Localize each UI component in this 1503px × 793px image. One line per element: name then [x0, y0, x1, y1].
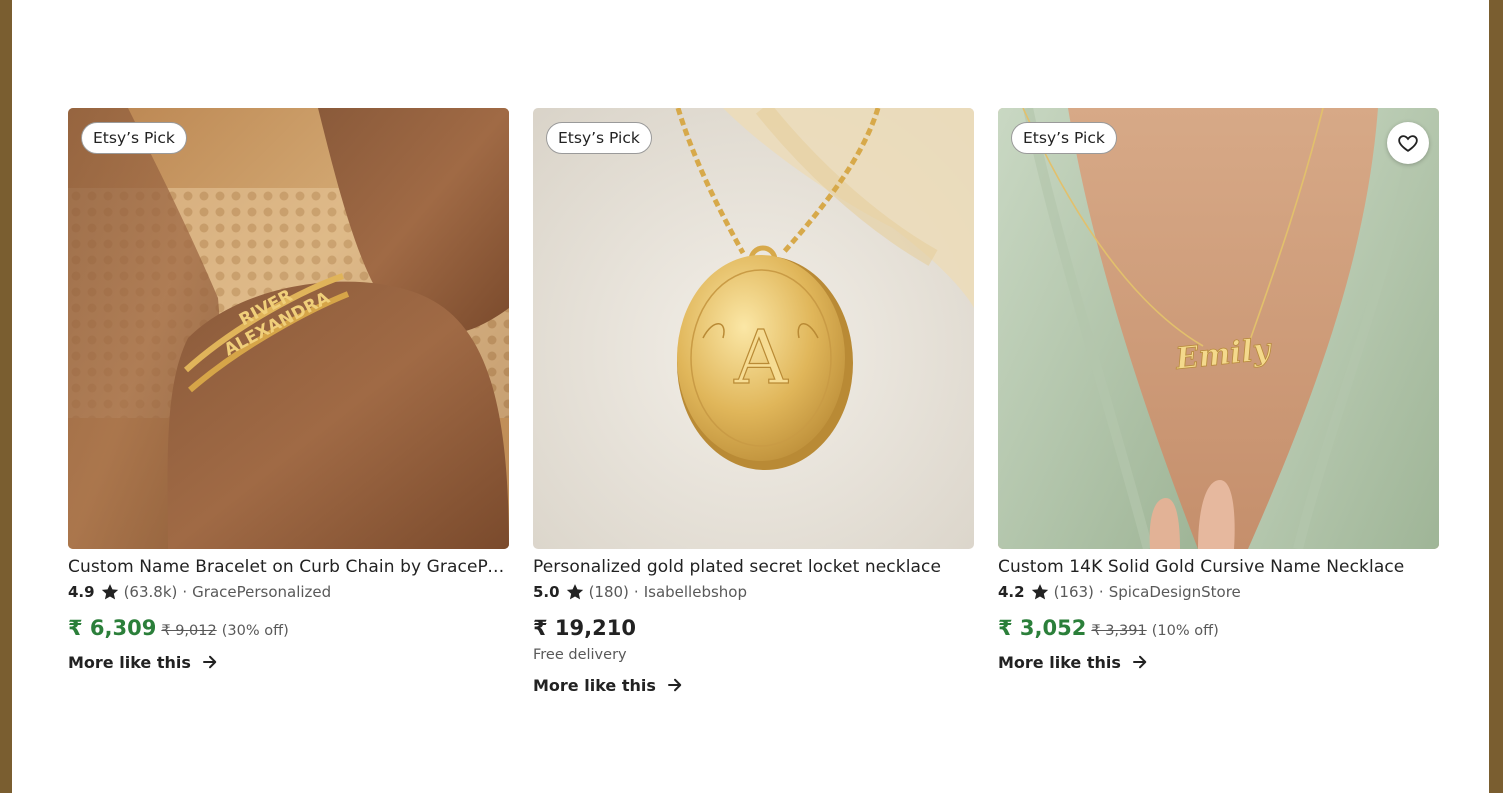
arrow-right-icon: [202, 655, 217, 669]
shop-name[interactable]: GracePersonalized: [192, 582, 331, 602]
arrow-right-icon: [1132, 655, 1147, 669]
original-price: ₹ 3,391: [1091, 623, 1147, 639]
locket-photo: A: [533, 108, 974, 549]
etsys-pick-badge: Etsy’s Pick: [1011, 122, 1117, 154]
etsys-pick-badge: Etsy’s Pick: [81, 122, 187, 154]
rating-row: 4.2 (163) · SpicaDesignStore: [998, 582, 1439, 602]
rating-value: 4.9: [68, 583, 95, 601]
etsys-pick-badge: Etsy’s Pick: [546, 122, 652, 154]
review-count: (63.8k): [123, 583, 178, 601]
shop-name[interactable]: Isabellebshop: [644, 582, 747, 602]
star-icon: [566, 584, 583, 600]
arrow-right-icon: [667, 678, 682, 692]
review-count: (163): [1053, 583, 1094, 601]
price-row: ₹ 19,210: [533, 614, 974, 642]
free-delivery-label: Free delivery: [533, 647, 627, 663]
listing-image-locket[interactable]: A Etsy’s Pick: [533, 108, 974, 549]
separator-dot: ·: [1098, 583, 1104, 601]
rating-row: 4.9 (63.8k) · GracePersonalized: [68, 582, 509, 602]
more-like-this-label: More like this: [998, 652, 1121, 672]
rating-value: 4.2: [998, 583, 1025, 601]
listing-info: Personalized gold plated secret locket n…: [533, 555, 974, 697]
listing-info: Custom Name Bracelet on Curb Chain by Gr…: [68, 555, 509, 674]
star-icon: [1031, 584, 1048, 600]
listing-card-necklace[interactable]: Emily Etsy’s Pick Custom 14K Solid Gold …: [998, 108, 1439, 708]
more-like-this-label: More like this: [68, 652, 191, 672]
svg-text:A: A: [733, 315, 789, 401]
listing-grid: RIVER ALEXANDRA Etsy’s Pick Custom Name …: [68, 108, 1440, 708]
sale-price: ₹ 3,052: [998, 616, 1087, 640]
price-row: ₹ 6,309 ₹ 9,012 (30% off): [68, 614, 509, 642]
page-surface: RIVER ALEXANDRA Etsy’s Pick Custom Name …: [12, 0, 1489, 793]
heart-icon: [1398, 135, 1418, 152]
favorite-button[interactable]: [1387, 122, 1429, 164]
bracelet-photo: RIVER ALEXANDRA: [68, 108, 509, 549]
review-count: (180): [588, 583, 629, 601]
sale-price: ₹ 6,309: [68, 616, 157, 640]
discount-percent: (30% off): [221, 623, 289, 639]
listing-title[interactable]: Personalized gold plated secret locket n…: [533, 555, 974, 579]
price: ₹ 19,210: [533, 616, 636, 640]
listing-image-bracelet[interactable]: RIVER ALEXANDRA Etsy’s Pick: [68, 108, 509, 549]
separator-dot: ·: [633, 583, 639, 601]
necklace-photo: Emily: [998, 108, 1439, 549]
listing-card-locket[interactable]: A Etsy’s Pick Personalized gold plated s…: [533, 108, 974, 708]
more-like-this-label: More like this: [533, 675, 656, 695]
discount-percent: (10% off): [1151, 623, 1219, 639]
separator-dot: ·: [182, 583, 188, 601]
listing-title[interactable]: Custom Name Bracelet on Curb Chain by Gr…: [68, 555, 509, 579]
listing-card-bracelet[interactable]: RIVER ALEXANDRA Etsy’s Pick Custom Name …: [68, 108, 509, 708]
more-like-this-link[interactable]: More like this: [998, 650, 1439, 674]
more-like-this-link[interactable]: More like this: [533, 673, 974, 697]
original-price: ₹ 9,012: [161, 623, 217, 639]
rating-value: 5.0: [533, 583, 560, 601]
star-icon: [101, 584, 118, 600]
listing-image-necklace[interactable]: Emily Etsy’s Pick: [998, 108, 1439, 549]
shop-name[interactable]: SpicaDesignStore: [1109, 582, 1241, 602]
listing-title[interactable]: Custom 14K Solid Gold Cursive Name Neckl…: [998, 555, 1439, 579]
price-row: ₹ 3,052 ₹ 3,391 (10% off): [998, 614, 1439, 642]
listing-info: Custom 14K Solid Gold Cursive Name Neckl…: [998, 555, 1439, 674]
more-like-this-link[interactable]: More like this: [68, 650, 509, 674]
rating-row: 5.0 (180) · Isabellebshop: [533, 582, 974, 602]
